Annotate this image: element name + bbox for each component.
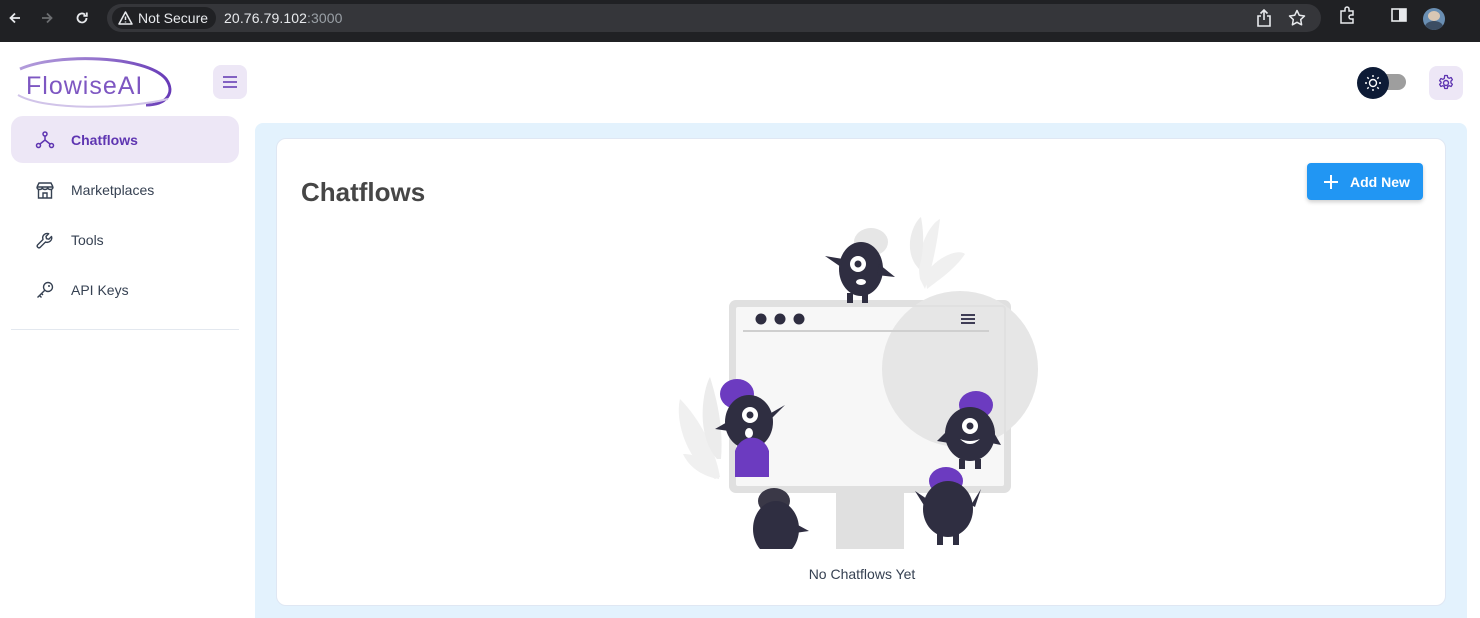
sidebar-item-tools[interactable]: Tools <box>11 216 239 263</box>
building-store-icon <box>34 179 56 201</box>
back-icon[interactable] <box>2 5 28 31</box>
security-label: Not Secure <box>138 10 209 26</box>
dark-mode-toggle[interactable] <box>1356 66 1408 99</box>
key-icon <box>34 279 56 301</box>
gear-icon <box>1438 74 1454 90</box>
tool-icon <box>34 229 56 251</box>
share-icon[interactable] <box>1256 8 1272 32</box>
empty-state-illustration <box>678 217 1038 549</box>
empty-state-message: No Chatflows Yet <box>808 566 916 582</box>
add-new-button[interactable]: Add New <box>1307 163 1423 200</box>
sidebar-item-label: Tools <box>71 231 104 248</box>
settings-button[interactable] <box>1429 66 1463 100</box>
bookmark-star-icon[interactable] <box>1288 9 1306 32</box>
flowise-logo[interactable]: FlowiseAI <box>16 55 176 111</box>
sidebar-nav: Chatflows Marketplaces Tools API Keys <box>11 116 239 316</box>
warning-icon <box>118 11 133 25</box>
url-host: 20.76.79.102 <box>224 10 307 26</box>
menu-icon <box>223 76 237 88</box>
plus-icon <box>1324 174 1338 189</box>
sidebar-item-label: API Keys <box>71 281 129 298</box>
hierarchy-icon <box>34 129 56 151</box>
sidebar-divider <box>11 329 239 330</box>
browser-chrome: Not Secure 20.76.79.102:3000 <box>0 0 1480 42</box>
url-port: :3000 <box>307 10 343 26</box>
main-content: Chatflows Add New No Chatflows Yet <box>255 123 1467 618</box>
security-chip[interactable]: Not Secure <box>112 7 217 29</box>
logo-text: FlowiseAI <box>26 72 144 100</box>
sidebar-item-chatflows[interactable]: Chatflows <box>11 116 239 163</box>
reload-icon[interactable] <box>69 5 95 31</box>
sun-icon <box>1365 75 1381 91</box>
profile-avatar[interactable] <box>1423 8 1445 30</box>
chatflows-card: Chatflows Add New No Chatflows Yet <box>276 138 1446 606</box>
toggle-thumb <box>1357 67 1389 99</box>
sidebar-item-label: Marketplaces <box>71 181 155 198</box>
sidebar-item-api-keys[interactable]: API Keys <box>11 266 239 313</box>
add-new-label: Add New <box>1350 173 1410 190</box>
side-panel-icon[interactable] <box>1390 6 1408 29</box>
url-text: 20.76.79.102:3000 <box>224 10 343 26</box>
menu-toggle-button[interactable] <box>213 65 247 99</box>
sidebar-item-label: Chatflows <box>71 131 138 148</box>
address-bar[interactable]: Not Secure 20.76.79.102:3000 <box>107 4 1321 32</box>
forward-icon[interactable] <box>34 5 60 31</box>
sidebar-item-marketplaces[interactable]: Marketplaces <box>11 166 239 213</box>
extensions-icon[interactable] <box>1338 6 1356 29</box>
page-title: Chatflows <box>301 177 426 207</box>
